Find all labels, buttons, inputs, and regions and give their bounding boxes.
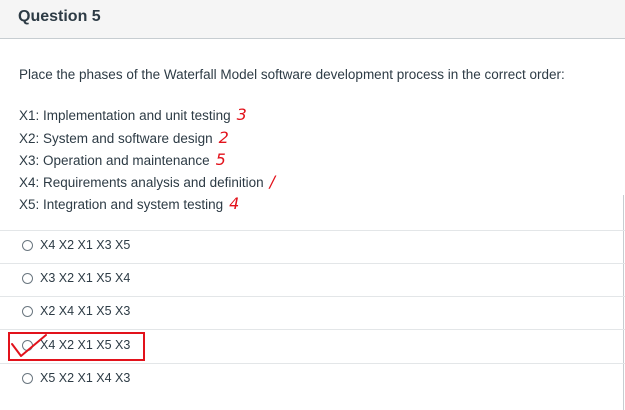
divider [0,296,625,297]
handwritten-number: 3 [236,105,247,124]
answer-option-5[interactable]: X5 X2 X1 X4 X3 [22,368,130,388]
phase-text: X1: Implementation and unit testing [19,108,231,123]
question-prompt: Place the phases of the Waterfall Model … [19,67,565,82]
divider [0,329,625,330]
answer-option-1[interactable]: X4 X2 X1 X3 X5 [22,235,130,255]
answer-option-3[interactable]: X2 X4 X1 X5 X3 [22,301,130,321]
question-title: Question 5 [18,8,101,25]
phase-text: X4: Requirements analysis and definition [19,175,264,190]
handwritten-number: 2 [218,128,229,147]
phase-item-x1: X1: Implementation and unit testing 3 [19,105,247,124]
radio-icon[interactable] [22,305,33,317]
divider [0,363,625,364]
phase-item-x4: X4: Requirements analysis and definition… [19,172,275,191]
radio-icon[interactable] [22,372,33,384]
option-label: X4 X2 X1 X3 X5 [40,238,131,252]
option-label: X2 X4 X1 X5 X3 [40,304,131,318]
radio-icon[interactable] [22,272,33,284]
radio-icon[interactable] [22,239,33,251]
phase-item-x5: X5: Integration and system testing 4 [19,194,239,213]
check-mark-icon [11,334,47,357]
divider [0,230,625,231]
question-header: Question 5 [0,0,625,39]
phase-text: X5: Integration and system testing [19,197,224,212]
phase-text: X2: System and software design [19,131,213,146]
handwritten-number: 5 [215,150,226,169]
handwritten-number: 4 [229,194,240,213]
panel-border [623,195,624,410]
phase-item-x3: X3: Operation and maintenance 5 [19,150,226,169]
phase-text: X3: Operation and maintenance [19,153,210,168]
option-label: X5 X2 X1 X4 X3 [40,371,131,385]
answer-option-2[interactable]: X3 X2 X1 X5 X4 [22,268,130,288]
handwritten-number: / [269,172,276,191]
phase-item-x2: X2: System and software design 2 [19,128,229,147]
divider [0,263,625,264]
option-label: X3 X2 X1 X5 X4 [40,271,131,285]
